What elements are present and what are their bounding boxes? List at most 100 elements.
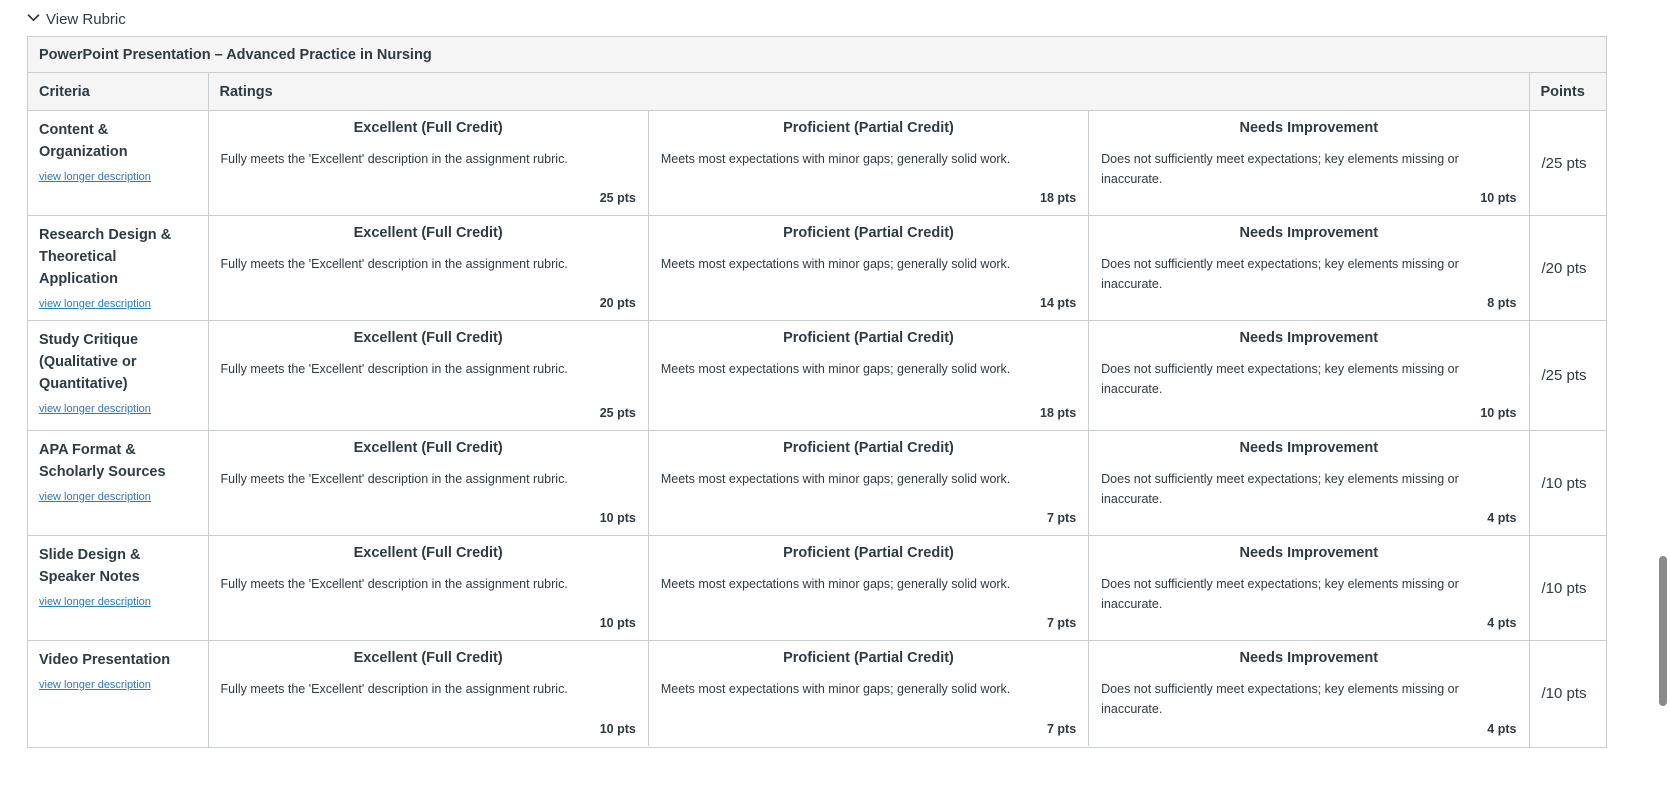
ratings-group: Excellent (Full Credit) Fully meets the '… [209,321,1529,430]
rating-description: Fully meets the 'Excellent' description … [220,577,568,591]
rating-title: Excellent (Full Credit) [353,225,503,241]
criterion-points: /10 pts [1528,535,1606,641]
criterion-row: APA Format & Scholarly Sources view longe… [28,430,1606,536]
view-longer-description-link[interactable]: view longer description [39,679,151,691]
criterion-name: Video Presentation [39,652,171,668]
rubric-table-container: PowerPoint Presentation – Advanced Pract… [27,36,1607,748]
ratings-cell: Excellent (Full Credit) Fully meets the '… [207,640,1530,747]
rating-description: Meets most expectations with minor gaps;… [660,472,1011,486]
rating-title: Proficient (Partial Credit) [783,545,954,561]
rating-title: Needs Improvement [1239,225,1379,241]
rating-option[interactable]: Needs Improvement Does not sufficiently m… [1089,111,1528,215]
rating-option[interactable]: Needs Improvement Does not sufficiently m… [1089,431,1528,535]
rating-points: 10 pts [1480,191,1517,205]
rating-option[interactable]: Excellent (Full Credit) Fully meets the '… [209,641,649,746]
rating-title: Excellent (Full Credit) [353,650,503,666]
view-longer-description-link[interactable]: view longer description [39,298,151,310]
rating-description: Meets most expectations with minor gaps;… [660,362,1011,376]
rating-description: Does not sufficiently meet expectations;… [1101,152,1459,186]
criterion-name: Slide Design & Speaker Notes [39,547,141,585]
criterion-points: /10 pts [1528,430,1606,536]
rating-title: Needs Improvement [1239,545,1379,561]
rating-description: Meets most expectations with minor gaps;… [660,257,1011,271]
rating-option[interactable]: Excellent (Full Credit) Fully meets the '… [209,216,649,320]
rating-description: Fully meets the 'Excellent' description … [220,472,568,486]
rating-title: Proficient (Partial Credit) [783,440,954,456]
rating-title: Needs Improvement [1239,120,1379,136]
criterion-points: /25 pts [1528,110,1606,216]
criteria-header: Criteria [28,73,209,111]
rating-points: 7 pts [1046,511,1077,525]
view-longer-description-link[interactable]: view longer description [39,596,151,608]
rating-description: Does not sufficiently meet expectations;… [1101,682,1459,716]
rating-option[interactable]: Proficient (Partial Credit) Meets most ex… [649,431,1090,535]
rating-points: 18 pts [1040,406,1077,420]
rating-points: 4 pts [1487,511,1517,525]
criterion-points: /25 pts [1528,320,1606,431]
rating-option[interactable]: Needs Improvement Does not sufficiently m… [1089,321,1528,430]
criterion-cell: Content & Organization view longer descri… [28,110,209,216]
criterion-points: /20 pts [1528,215,1606,321]
scrollbar-thumb[interactable] [1659,556,1667,706]
view-longer-description-link[interactable]: view longer description [39,171,151,183]
points-header: Points [1528,73,1606,111]
rating-points: 10 pts [599,722,636,736]
criterion-row: Video Presentation view longer descriptio… [28,640,1606,747]
rating-description: Fully meets the 'Excellent' description … [220,152,568,166]
rating-points: 8 pts [1487,296,1517,310]
view-rubric-toggle[interactable]: View Rubric [27,8,126,30]
criterion-row: Study Critique (Qualitative or Quantitat… [28,320,1606,431]
rating-description: Meets most expectations with minor gaps;… [660,577,1011,591]
rating-points: 4 pts [1487,616,1517,630]
rating-title: Proficient (Partial Credit) [783,120,954,136]
ratings-group: Excellent (Full Credit) Fully meets the '… [209,641,1529,746]
rating-option[interactable]: Excellent (Full Credit) Fully meets the '… [209,111,649,215]
criterion-points: /10 pts [1528,640,1606,747]
rating-option[interactable]: Excellent (Full Credit) Fully meets the '… [209,321,649,430]
rating-title: Needs Improvement [1239,330,1379,346]
rating-option[interactable]: Proficient (Partial Credit) Meets most ex… [649,641,1090,746]
criterion-name: Content & Organization [39,122,128,160]
rating-option[interactable]: Proficient (Partial Credit) Meets most ex… [649,321,1090,430]
criterion-row: Content & Organization view longer descri… [28,110,1606,216]
rating-description: Fully meets the 'Excellent' description … [220,257,568,271]
ratings-group: Excellent (Full Credit) Fully meets the '… [209,536,1529,640]
ratings-group: Excellent (Full Credit) Fully meets the '… [209,216,1529,320]
ratings-cell: Excellent (Full Credit) Fully meets the '… [207,535,1530,641]
rating-option[interactable]: Proficient (Partial Credit) Meets most ex… [649,111,1090,215]
rating-points: 18 pts [1040,191,1077,205]
rating-option[interactable]: Excellent (Full Credit) Fully meets the '… [209,431,649,535]
rating-title: Proficient (Partial Credit) [783,225,954,241]
ratings-cell: Excellent (Full Credit) Fully meets the '… [207,215,1530,321]
criterion-cell: Study Critique (Qualitative or Quantitat… [28,320,209,431]
criterion-row: Research Design & Theoretical Applicatio… [28,215,1606,321]
rating-points: 10 pts [599,616,636,630]
criterion-cell: Research Design & Theoretical Applicatio… [28,215,209,321]
rating-option[interactable]: Excellent (Full Credit) Fully meets the '… [209,536,649,640]
view-longer-description-link[interactable]: view longer description [39,403,151,415]
rating-title: Needs Improvement [1239,650,1379,666]
rubric-title: PowerPoint Presentation – Advanced Pract… [28,37,1606,73]
rating-points: 7 pts [1046,616,1077,630]
rating-title: Proficient (Partial Credit) [783,330,954,346]
rating-points: 10 pts [1480,406,1517,420]
rating-title: Excellent (Full Credit) [353,330,503,346]
rating-description: Meets most expectations with minor gaps;… [660,152,1011,166]
scrollbar[interactable] [1656,0,1670,802]
rating-description: Does not sufficiently meet expectations;… [1101,362,1459,396]
rating-option[interactable]: Proficient (Partial Credit) Meets most ex… [649,216,1090,320]
ratings-header: Ratings [207,73,1530,111]
rating-title: Needs Improvement [1239,440,1379,456]
view-longer-description-link[interactable]: view longer description [39,491,151,503]
rating-option[interactable]: Proficient (Partial Credit) Meets most ex… [649,536,1090,640]
ratings-group: Excellent (Full Credit) Fully meets the '… [209,431,1529,535]
criterion-cell: APA Format & Scholarly Sources view longe… [28,430,209,536]
rating-points: 4 pts [1487,722,1517,736]
chevron-down-icon [27,11,40,28]
rating-option[interactable]: Needs Improvement Does not sufficiently m… [1089,641,1528,746]
rating-option[interactable]: Needs Improvement Does not sufficiently m… [1089,216,1528,320]
criterion-name: Study Critique (Qualitative or Quantitat… [39,332,139,392]
rating-option[interactable]: Needs Improvement Does not sufficiently m… [1089,536,1528,640]
rubric-rows: Content & Organization view longer descri… [28,110,1606,747]
rating-title: Excellent (Full Credit) [353,120,503,136]
